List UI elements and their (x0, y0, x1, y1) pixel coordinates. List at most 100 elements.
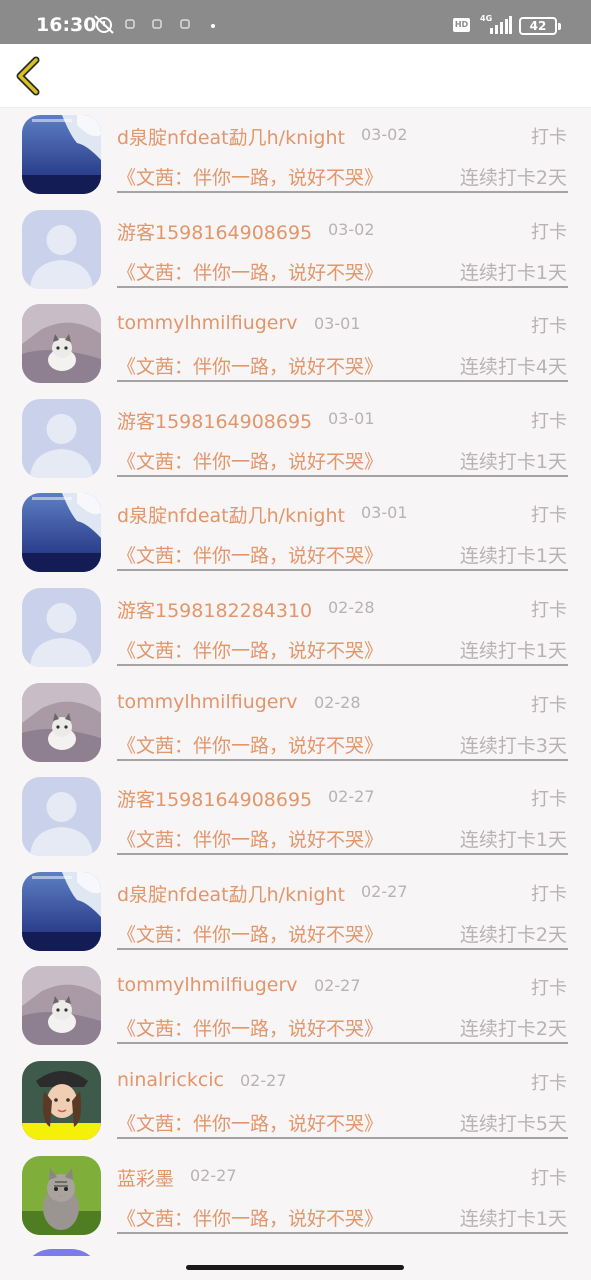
user-name[interactable]: 游客1598182284310 (117, 596, 312, 623)
checkin-date: 02-28 (314, 692, 361, 712)
user-name[interactable]: 游客1598164908695 (117, 407, 312, 434)
checkin-label: 打卡 (531, 694, 567, 716)
user-name[interactable]: 蓝彩墨 (117, 1164, 174, 1191)
book-title-link[interactable]: 《文茜：伴你一路，说好不哭》 (117, 1109, 383, 1136)
book-title-link[interactable]: 《文茜：伴你一路，说好不哭》 (117, 163, 383, 190)
avatar[interactable] (22, 682, 101, 762)
list-item[interactable]: 蓝彩墨 02-27 打卡《文茜：伴你一路，说好不哭》 连续打卡1天 (0, 1150, 591, 1245)
streak-count: 连续打卡2天 (459, 167, 567, 189)
avatar[interactable] (22, 588, 101, 667)
navigation-bar (0, 1256, 591, 1280)
row-divider (117, 1042, 568, 1045)
checkin-date: 02-27 (190, 1165, 237, 1185)
more-notifications-dot-icon (211, 24, 215, 28)
checkin-date: 03-02 (328, 219, 375, 239)
battery-icon: 42 (519, 17, 561, 35)
avatar[interactable] (22, 209, 101, 289)
list-item[interactable]: d泉腚nfdeat勐几h/knight 02-27 打卡 《文茜：伴你一路，说好不哭》… (0, 866, 591, 961)
list-item[interactable]: tommylhmilfiugerv 02-28 打卡《文茜：伴你一路，说好不哭》 连续… (0, 677, 591, 772)
list-item[interactable]: tommylhmilfiugerv 03-01 打卡《文茜：伴你一路，说好不哭》 连续… (0, 298, 591, 393)
streak-count: 连续打卡1天 (459, 829, 567, 852)
checkin-date: 02-27 (328, 787, 375, 807)
user-name[interactable]: d泉腚nfdeat勐几h/knight (117, 123, 345, 150)
streak-count: 连续打卡1天 (459, 1207, 567, 1230)
checkin-label: 打卡 (531, 410, 567, 432)
book-title-link[interactable]: 《文茜：伴你一路，说好不哭》 (117, 1204, 383, 1231)
hd-voice-icon: HD (453, 18, 470, 32)
signal-icon (490, 16, 512, 34)
checkin-label: 打卡 (531, 127, 567, 148)
list-item[interactable]: 游客1598164908695 03-02 打卡《文茜：伴你一路，说好不哭》 连续打卡… (0, 204, 591, 299)
list-item[interactable]: 游客1598164908695 02-27 打卡《文茜：伴你一路，说好不哭》 连续打卡… (0, 771, 591, 866)
checkin-label: 打卡 (531, 1073, 567, 1094)
streak-count: 连续打卡1天 (459, 640, 567, 662)
checkin-date: 03-02 (361, 125, 408, 144)
back-button[interactable] (10, 54, 50, 98)
streak-count: 连续打卡1天 (459, 450, 567, 473)
checkin-list: d泉腚nfdeat勐几h/knight 03-02 打卡 《文茜：伴你一路，说好不哭》… (0, 109, 591, 1259)
checkin-date: 02-28 (328, 598, 375, 617)
user-name[interactable]: 游客1598164908695 (117, 785, 312, 812)
checkin-date: 03-01 (314, 314, 361, 334)
streak-count: 连续打卡1天 (459, 261, 567, 284)
row-divider (117, 947, 568, 950)
avatar[interactable] (22, 1061, 101, 1140)
user-name[interactable]: d泉腚nfdeat勐几h/knight (117, 880, 345, 907)
user-name[interactable]: tommylhmilfiugerv (117, 974, 298, 996)
avatar[interactable] (22, 1155, 101, 1235)
list-item[interactable]: d泉腚nfdeat勐几h/knight 03-01 打卡 《文茜：伴你一路，说好不哭》… (0, 487, 591, 582)
list-item[interactable]: tommylhmilfiugerv 02-27 打卡 《文茜：伴你一路，说好不哭》 连续… (0, 960, 591, 1055)
streak-count: 连续打卡1天 (459, 545, 567, 568)
checkin-label: 打卡 (531, 316, 567, 338)
user-name[interactable]: 游客1598164908695 (117, 218, 312, 245)
home-indicator[interactable] (186, 1265, 404, 1270)
row-divider (117, 758, 568, 761)
row-divider (117, 285, 568, 288)
list-item[interactable]: ninalrickcic 02-27 打卡 《文茜：伴你一路，说好不哭》 连续打卡5天 (0, 1055, 591, 1150)
checkin-date: 03-01 (361, 503, 408, 523)
row-divider (117, 1137, 568, 1139)
status-time: 16:30 (36, 14, 97, 36)
book-title-link[interactable]: 《文茜：伴你一路，说好不哭》 (117, 447, 383, 474)
row-divider (117, 664, 568, 666)
streak-count: 连续打卡5天 (459, 1113, 567, 1135)
book-title-link[interactable]: 《文茜：伴你一路，说好不哭》 (117, 258, 383, 285)
avatar[interactable] (22, 304, 101, 384)
avatar[interactable] (22, 115, 101, 194)
streak-count: 连续打卡3天 (459, 734, 567, 757)
chevron-left-icon (16, 56, 40, 96)
avatar[interactable] (22, 493, 101, 573)
list-item[interactable]: 游客1598182284310 02-28 打卡《文茜：伴你一路，说好不哭》 连续打卡… (0, 582, 591, 677)
book-title-link[interactable]: 《文茜：伴你一路，说好不哭》 (117, 541, 383, 568)
checkin-label: 打卡 (531, 789, 567, 811)
avatar[interactable] (22, 966, 101, 1046)
avatar[interactable] (22, 871, 101, 951)
checkin-date: 02-27 (314, 976, 361, 996)
book-title-link[interactable]: 《文茜：伴你一路，说好不哭》 (117, 920, 383, 947)
list-item[interactable]: d泉腚nfdeat勐几h/knight 03-02 打卡《文茜：伴你一路，说好不哭》… (0, 109, 591, 204)
book-title-link[interactable]: 《文茜：伴你一路，说好不哭》 (117, 352, 383, 379)
book-title-link[interactable]: 《文茜：伴你一路，说好不哭》 (117, 1014, 383, 1041)
row-divider (117, 191, 568, 193)
user-name[interactable]: tommylhmilfiugerv (117, 312, 298, 334)
alarm-off-icon (94, 15, 114, 34)
checkin-label: 打卡 (531, 221, 567, 243)
avatar[interactable] (22, 398, 101, 478)
streak-count: 连续打卡2天 (459, 923, 567, 946)
user-name[interactable]: tommylhmilfiugerv (117, 691, 298, 713)
book-title-link[interactable]: 《文茜：伴你一路，说好不哭》 (117, 636, 383, 663)
checkin-label: 打卡 (531, 1167, 567, 1189)
checkin-label: 打卡 (531, 600, 567, 621)
row-divider (117, 569, 568, 572)
user-name[interactable]: d泉腚nfdeat勐几h/knight (117, 501, 345, 528)
notification-icon (125, 19, 135, 29)
list-item[interactable]: 游客1598164908695 03-01 打卡 《文茜：伴你一路，说好不哭》 连续打卡… (0, 393, 591, 488)
status-bar: 16:30 HD 4G 42 (0, 0, 591, 44)
book-title-link[interactable]: 《文茜：伴你一路，说好不哭》 (117, 731, 383, 758)
book-title-link[interactable]: 《文茜：伴你一路，说好不哭》 (117, 825, 383, 852)
user-name[interactable]: ninalrickcic (117, 1069, 224, 1091)
row-divider (117, 474, 568, 477)
streak-count: 连续打卡4天 (459, 356, 567, 379)
notification-icon (152, 19, 162, 29)
avatar[interactable] (22, 777, 101, 857)
